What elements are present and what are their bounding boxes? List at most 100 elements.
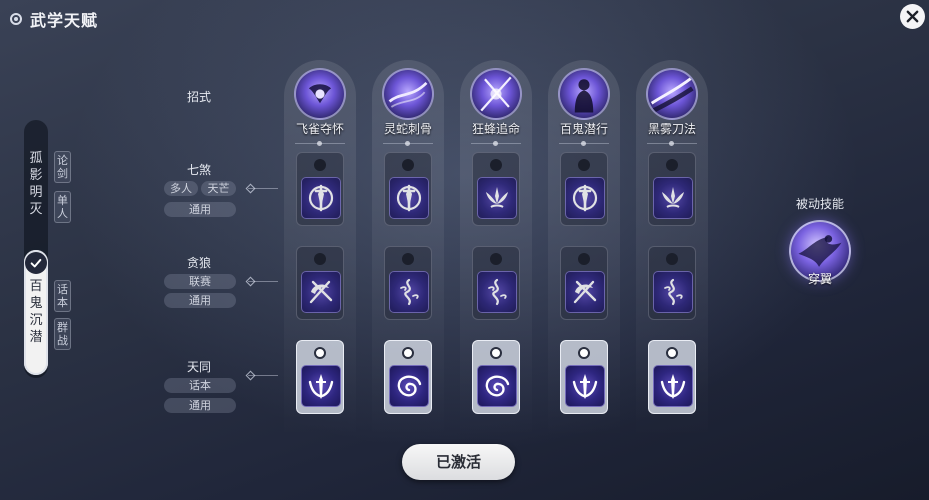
sword-shield-icon xyxy=(565,177,605,219)
talent-card-qisha[interactable] xyxy=(560,152,608,226)
skill-orb[interactable] xyxy=(646,68,698,120)
talent-radio[interactable] xyxy=(578,347,590,359)
skill-name: 百鬼潜行 xyxy=(559,122,608,136)
skill-orb[interactable] xyxy=(294,68,346,120)
row-connector xyxy=(248,281,278,282)
talent-card-tanlang[interactable] xyxy=(648,246,696,320)
divider-dot xyxy=(493,141,498,146)
whirlwind-icon xyxy=(389,271,429,313)
tab-char: 沉 xyxy=(29,313,43,328)
row-label-moves: 招式 xyxy=(186,90,211,104)
row-label-tiantong: 天同 xyxy=(186,360,211,374)
talent-card-tanlang[interactable] xyxy=(296,246,344,320)
skill-orb[interactable] xyxy=(558,68,610,120)
talent-radio[interactable] xyxy=(402,253,414,265)
talent-radio[interactable] xyxy=(490,253,502,265)
talent-radio[interactable] xyxy=(490,159,502,171)
talent-card-tiantong[interactable] xyxy=(296,340,344,414)
skill-name: 黑雾刀法 xyxy=(647,122,696,136)
tag-tongyong: 通用 xyxy=(164,202,236,217)
skill-name: 狂蜂追命 xyxy=(471,122,520,136)
skill-name: 灵蛇刺骨 xyxy=(383,122,432,136)
talent-radio[interactable] xyxy=(578,253,590,265)
page-title: 武学天赋 xyxy=(30,11,99,30)
tag-tianmang: 天芒 xyxy=(201,181,236,196)
tab-char: 灭 xyxy=(29,202,43,217)
row-label-qisha: 七煞 xyxy=(186,163,211,177)
talent-card-tanlang[interactable] xyxy=(472,246,520,320)
tag-tongyong: 通用 xyxy=(164,398,236,413)
talent-card-qisha[interactable] xyxy=(648,152,696,226)
lotus-icon xyxy=(653,177,693,219)
talent-radio[interactable] xyxy=(314,253,326,265)
divider-dot xyxy=(669,141,674,146)
vortex-icon xyxy=(477,365,517,407)
tab-char: 明 xyxy=(29,185,43,200)
talent-card-tiantong[interactable] xyxy=(384,340,432,414)
row-label-tanlang: 贪狼 xyxy=(186,256,211,270)
tag-char: 本 xyxy=(57,296,68,309)
talent-card-tiantong[interactable] xyxy=(648,340,696,414)
skill-orb[interactable] xyxy=(382,68,434,120)
tag-char: 论 xyxy=(57,154,68,167)
vortex-icon xyxy=(389,365,429,407)
sword-wings-icon xyxy=(565,365,605,407)
talent-radio[interactable] xyxy=(314,347,326,359)
tag-char: 话 xyxy=(57,283,68,296)
sword-wings-icon xyxy=(653,365,693,407)
talent-radio[interactable] xyxy=(402,159,414,171)
activated-button[interactable]: 已激活 xyxy=(402,444,515,480)
tag-char: 单 xyxy=(57,194,68,207)
header: 武学天赋 xyxy=(10,8,98,30)
talent-card-qisha[interactable] xyxy=(472,152,520,226)
mode-tag-huaben: 话 本 xyxy=(54,280,71,312)
passive-skill-label: 被动技能 xyxy=(795,197,844,211)
tag-char: 人 xyxy=(57,207,68,220)
crossed-blades-icon xyxy=(565,271,605,313)
mode-tag-qunzhan: 群 战 xyxy=(54,318,71,350)
talent-radio[interactable] xyxy=(666,347,678,359)
divider-dot xyxy=(581,141,586,146)
mode-tag-danren: 单 人 xyxy=(54,191,71,223)
whirlwind-icon xyxy=(477,271,517,313)
row-connector xyxy=(248,375,278,376)
talent-card-tiantong[interactable] xyxy=(472,340,520,414)
divider-dot xyxy=(317,141,322,146)
tab-char: 百 xyxy=(29,279,43,294)
crossed-blades-icon xyxy=(301,271,341,313)
talent-card-tiantong[interactable] xyxy=(560,340,608,414)
tag-huaben: 话本 xyxy=(164,378,236,393)
tag-char: 剑 xyxy=(57,167,68,180)
talent-radio[interactable] xyxy=(402,347,414,359)
talent-card-qisha[interactable] xyxy=(384,152,432,226)
skill-name: 飞雀夺怀 xyxy=(295,122,344,136)
talent-card-tanlang[interactable] xyxy=(560,246,608,320)
tag-tongyong: 通用 xyxy=(164,293,236,308)
talent-radio[interactable] xyxy=(314,159,326,171)
sword-shield-icon xyxy=(301,177,341,219)
tab-char: 孤 xyxy=(29,151,43,166)
tab-char: 鬼 xyxy=(29,296,43,311)
close-icon xyxy=(906,10,919,23)
tag-duoren: 多人 xyxy=(164,181,198,196)
selected-check-icon xyxy=(25,252,47,274)
school-tab-guying[interactable]: 孤 影 明 灭 xyxy=(24,150,48,218)
talent-radio[interactable] xyxy=(666,159,678,171)
talent-radio[interactable] xyxy=(490,347,502,359)
row-connector xyxy=(248,188,278,189)
passive-skill-name: 穿翼 xyxy=(807,272,832,286)
tag-char: 群 xyxy=(57,321,68,334)
close-button[interactable] xyxy=(900,4,925,29)
tab-char: 潜 xyxy=(29,330,43,345)
talent-card-qisha[interactable] xyxy=(296,152,344,226)
tab-char: 影 xyxy=(29,168,43,183)
sword-shield-icon xyxy=(389,177,429,219)
skill-orb[interactable] xyxy=(470,68,522,120)
lotus-icon xyxy=(477,177,517,219)
talent-card-tanlang[interactable] xyxy=(384,246,432,320)
talent-emblem-icon xyxy=(10,13,22,25)
sword-wings-icon xyxy=(301,365,341,407)
whirlwind-icon xyxy=(653,271,693,313)
talent-radio[interactable] xyxy=(578,159,590,171)
talent-radio[interactable] xyxy=(666,253,678,265)
